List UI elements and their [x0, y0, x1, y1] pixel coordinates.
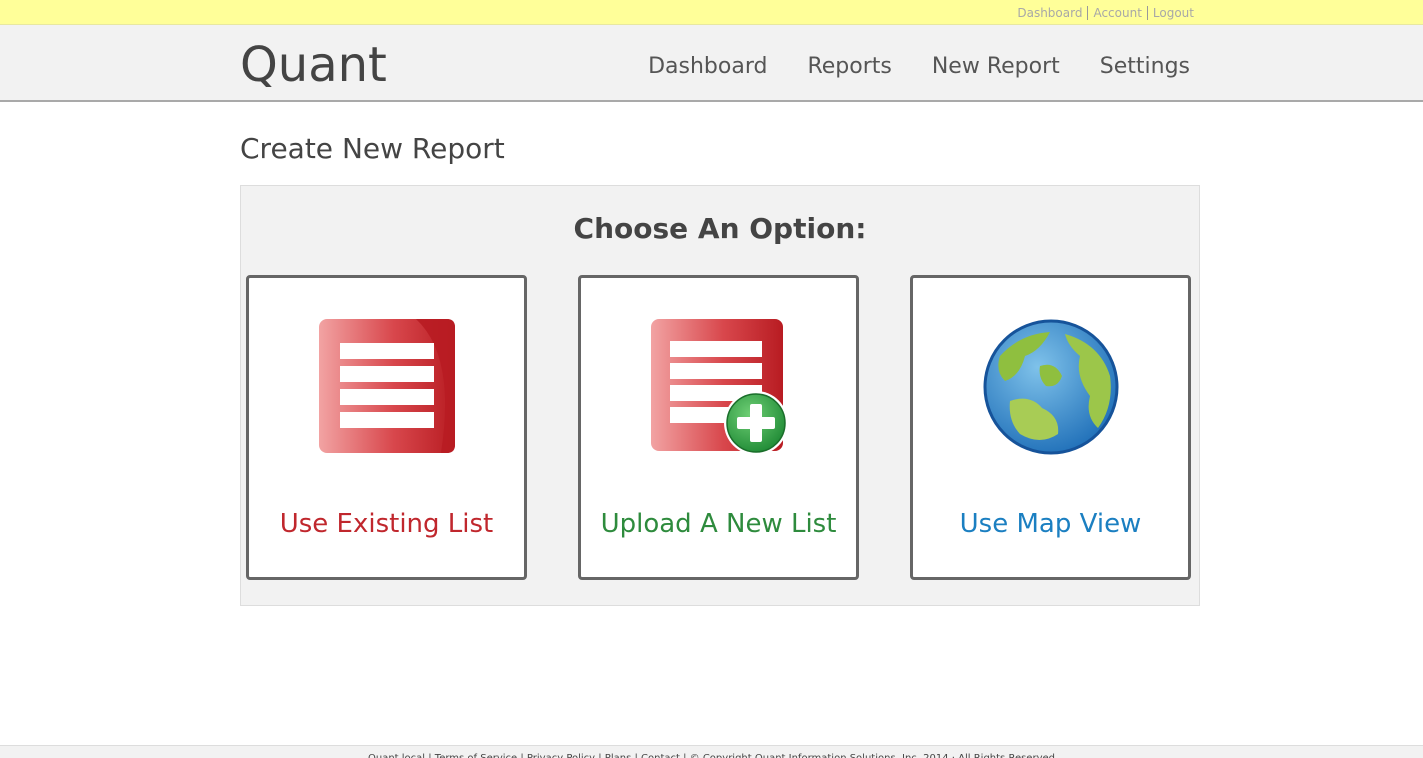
panel-title: Choose An Option: [573, 212, 867, 245]
option-label: Upload A New List [600, 509, 837, 539]
globe-icon [913, 316, 1188, 458]
site-footer: Quant.local | Terms of Service | Privacy… [0, 745, 1423, 758]
option-label: Use Existing List [279, 509, 494, 539]
option-upload-new-list[interactable]: Upload A New List [578, 275, 859, 580]
main-nav: Dashboard Reports New Report Settings [608, 53, 1190, 81]
page-title: Create New Report [240, 132, 505, 165]
option-use-map-view[interactable]: Use Map View [910, 275, 1191, 580]
list-add-icon [581, 316, 856, 458]
utility-link-dashboard[interactable]: Dashboard [1012, 6, 1087, 20]
option-label: Use Map View [959, 509, 1142, 539]
utility-link-account[interactable]: Account [1087, 6, 1146, 20]
nav-settings[interactable]: Settings [1100, 53, 1190, 81]
utility-links: Dashboard Account Logout [1012, 6, 1194, 20]
nav-new-report[interactable]: New Report [932, 53, 1060, 81]
nav-dashboard[interactable]: Dashboard [648, 53, 767, 81]
options-panel: Choose An Option: Use Existing List Uplo… [240, 185, 1200, 606]
app-logo[interactable]: Quant [240, 37, 387, 93]
utility-link-logout[interactable]: Logout [1146, 6, 1194, 20]
list-icon [249, 316, 524, 458]
nav-reports[interactable]: Reports [807, 53, 891, 81]
top-utility-bar: Dashboard Account Logout [0, 0, 1423, 25]
option-use-existing-list[interactable]: Use Existing List [246, 275, 527, 580]
site-header: Quant Dashboard Reports New Report Setti… [0, 25, 1423, 102]
